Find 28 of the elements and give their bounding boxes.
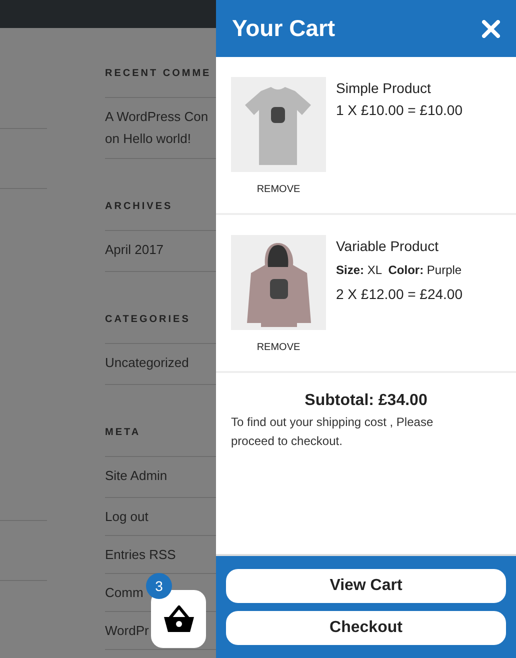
widget-heading: META xyxy=(105,426,142,440)
cart-action-button[interactable]: Checkout xyxy=(226,611,506,645)
basket-icon xyxy=(162,605,194,633)
sidebar-link[interactable]: Entries RSS xyxy=(105,544,176,566)
widget-heading: CATEGORIES xyxy=(105,313,192,327)
sidebar-link[interactable]: A WordPress Con on Hello world! xyxy=(105,106,208,150)
cart-button[interactable] xyxy=(151,590,206,648)
remove-link[interactable]: REMOVE xyxy=(256,340,300,355)
product-name[interactable]: Variable Product xyxy=(336,235,462,257)
widget-heading: ARCHIVES xyxy=(105,200,174,214)
widget-heading: RECENT COMME xyxy=(105,67,212,81)
sidebar-link[interactable]: April 2017 xyxy=(105,239,164,261)
sidebar-link[interactable]: Site Admin xyxy=(105,465,168,487)
sidebar-link[interactable]: Comm xyxy=(105,582,144,604)
sidebar-link[interactable]: WordPr xyxy=(105,620,149,642)
cart-action-button[interactable]: View Cart xyxy=(226,569,506,603)
sidebar-link[interactable]: Uncategorized xyxy=(105,352,189,374)
product-attributes: Size: XL Color: Purple xyxy=(336,262,462,279)
remove-link[interactable]: REMOVE xyxy=(256,182,300,197)
product-name[interactable]: Simple Product xyxy=(336,77,462,99)
shipping-note: To find out your shipping cost , Please proceed to checkout. xyxy=(231,414,434,450)
cart-title: Your Cart xyxy=(232,14,336,44)
sidebar-link[interactable]: Log out xyxy=(105,506,148,528)
close-icon[interactable] xyxy=(482,20,500,38)
subtotal: Subtotal: £34.00 xyxy=(304,391,428,411)
price-line: 2 X £12.00 = £24.00 xyxy=(336,285,462,304)
count-badge: 3 xyxy=(146,573,172,599)
price-line: 1 X £10.00 = £10.00 xyxy=(336,101,462,120)
